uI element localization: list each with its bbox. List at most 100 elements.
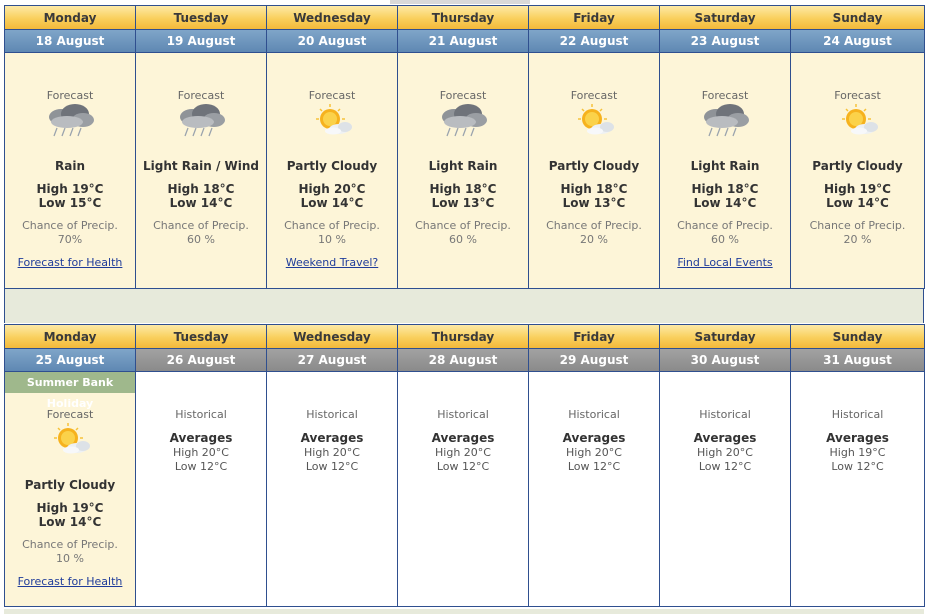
average-high: High 20°C (697, 446, 753, 459)
find-local-events-link[interactable]: Find Local Events (677, 256, 772, 269)
day-name: Sunday (791, 5, 925, 30)
week-1: Monday Tuesday Wednesday Thursday Friday… (4, 5, 925, 289)
historical-label: Historical (699, 408, 751, 421)
forecast-cell: Summer Bank Holiday Forecast Partly Clou… (5, 372, 136, 607)
average-low: Low 12°C (305, 460, 359, 473)
averages-label: Averages (169, 431, 233, 445)
historical-cell: Historical Averages High 20°C Low 12°C (660, 372, 791, 607)
day-date: 29 August (529, 349, 660, 372)
day-name: Monday (5, 324, 136, 349)
average-high: High 19°C (829, 446, 886, 459)
forecast-condition: Light Rain (428, 159, 498, 173)
day-name: Tuesday (136, 5, 267, 30)
averages-label: Averages (693, 431, 757, 445)
weekend-travel-link[interactable]: Weekend Travel? (286, 256, 379, 269)
forecast-label: Forecast (834, 89, 881, 102)
forecast-low: Low 14°C (38, 515, 102, 529)
day-date: 20 August (267, 30, 398, 53)
precip-label: Chance of Precip. (153, 219, 249, 232)
forecast-high: High 19°C (36, 182, 104, 196)
averages-label: Averages (431, 431, 495, 445)
historical-cell: Historical Averages High 20°C Low 12°C (398, 372, 529, 607)
forecast-low: Low 14°C (693, 196, 757, 210)
day-date: 24 August (791, 30, 925, 53)
day-name: Friday (529, 324, 660, 349)
holiday-badge: Summer Bank Holiday (5, 372, 135, 410)
rain-cloud-icon (442, 104, 487, 137)
rain-cloud-icon (49, 104, 94, 137)
partly-cloudy-sun-icon (54, 423, 90, 454)
forecast-cell: Forecast Rain High 19°C Low 15°C Chance … (5, 53, 136, 289)
partly-cloudy-sun-icon (316, 104, 352, 135)
forecast-condition: Light Rain (690, 159, 760, 173)
historical-label: Historical (437, 408, 489, 421)
forecast-low: Low 15°C (38, 196, 102, 210)
forecast-high: High 18°C (560, 182, 628, 196)
day-name: Sunday (791, 324, 925, 349)
forecast-condition: Partly Cloudy (286, 159, 378, 173)
day-date: 25 August (5, 349, 136, 372)
rain-cloud-icon (180, 104, 225, 137)
precip-label: Chance of Precip. (22, 538, 118, 551)
average-high: High 20°C (435, 446, 491, 459)
precip-value: 60 % (187, 233, 215, 246)
precip-value: 60 % (449, 233, 477, 246)
forecast-cell: Forecast Partly Cloudy High 19°C Low 14°… (791, 53, 925, 289)
forecast-high: High 20°C (298, 182, 366, 196)
week-1-dates: 18 August 19 August 20 August 21 August … (5, 30, 925, 53)
top-strip-tab (390, 0, 530, 4)
partly-cloudy-sun-icon (578, 104, 614, 135)
week-2: Monday Tuesday Wednesday Thursday Friday… (4, 324, 925, 607)
averages-label: Averages (826, 431, 889, 445)
forecast-high: High 19°C (824, 182, 891, 196)
day-date: 21 August (398, 30, 529, 53)
historical-label: Historical (175, 408, 227, 421)
forecast-condition: Partly Cloudy (24, 478, 116, 492)
forecast-for-health-link[interactable]: Forecast for Health (18, 256, 123, 269)
precip-label: Chance of Precip. (546, 219, 642, 232)
precip-label: Chance of Precip. (677, 219, 773, 232)
day-date: 19 August (136, 30, 267, 53)
forecast-label: Forecast (46, 408, 94, 421)
day-name: Friday (529, 5, 660, 30)
day-name: Monday (5, 5, 136, 30)
day-name: Saturday (660, 5, 791, 30)
week-1-day-names: Monday Tuesday Wednesday Thursday Friday… (5, 5, 925, 30)
precip-value: 70% (57, 233, 83, 246)
precip-value: 10 % (318, 233, 346, 246)
forecast-low: Low 13°C (562, 196, 626, 210)
forecast-cell: Forecast Light Rain High 18°C Low 14°C C… (660, 53, 791, 289)
average-low: Low 12°C (698, 460, 752, 473)
week-2-forecasts: Summer Bank Holiday Forecast Partly Clou… (5, 372, 925, 607)
day-name: Tuesday (136, 324, 267, 349)
day-name: Thursday (398, 324, 529, 349)
forecast-high: High 18°C (429, 182, 497, 196)
forecast-high: High 18°C (691, 182, 759, 196)
precip-label: Chance of Precip. (22, 219, 118, 232)
historical-cell: Historical Averages High 20°C Low 12°C (267, 372, 398, 607)
partly-cloudy-sun-icon (841, 104, 878, 135)
precip-value: 20 % (843, 233, 872, 246)
day-date: 22 August (529, 30, 660, 53)
precip-label: Chance of Precip. (284, 219, 380, 232)
precip-value: 10 % (56, 552, 84, 565)
average-low: Low 12°C (436, 460, 490, 473)
historical-cell: Historical Averages High 19°C Low 12°C (791, 372, 925, 607)
bottom-strip (4, 609, 924, 614)
average-high: High 20°C (304, 446, 360, 459)
average-low: Low 12°C (174, 460, 228, 473)
forecast-cell: Forecast Partly Cloudy High 18°C Low 13°… (529, 53, 660, 289)
forecast-for-health-link[interactable]: Forecast for Health (18, 575, 123, 588)
day-name: Thursday (398, 5, 529, 30)
forecast-low: Low 13°C (431, 196, 495, 210)
forecast-label: Forecast (701, 89, 749, 102)
week-1-forecasts: Forecast Rain High 19°C Low 15°C Chance … (5, 53, 925, 289)
day-date: 30 August (660, 349, 791, 372)
average-low: Low 12°C (567, 460, 621, 473)
forecast-condition: Partly Cloudy (812, 159, 903, 173)
day-date: 27 August (267, 349, 398, 372)
historical-cell: Historical Averages High 20°C Low 12°C (529, 372, 660, 607)
forecast-cell: Forecast Light Rain / Wind High 18°C Low… (136, 53, 267, 289)
day-name: Wednesday (267, 324, 398, 349)
forecast-low: Low 14°C (826, 196, 889, 210)
